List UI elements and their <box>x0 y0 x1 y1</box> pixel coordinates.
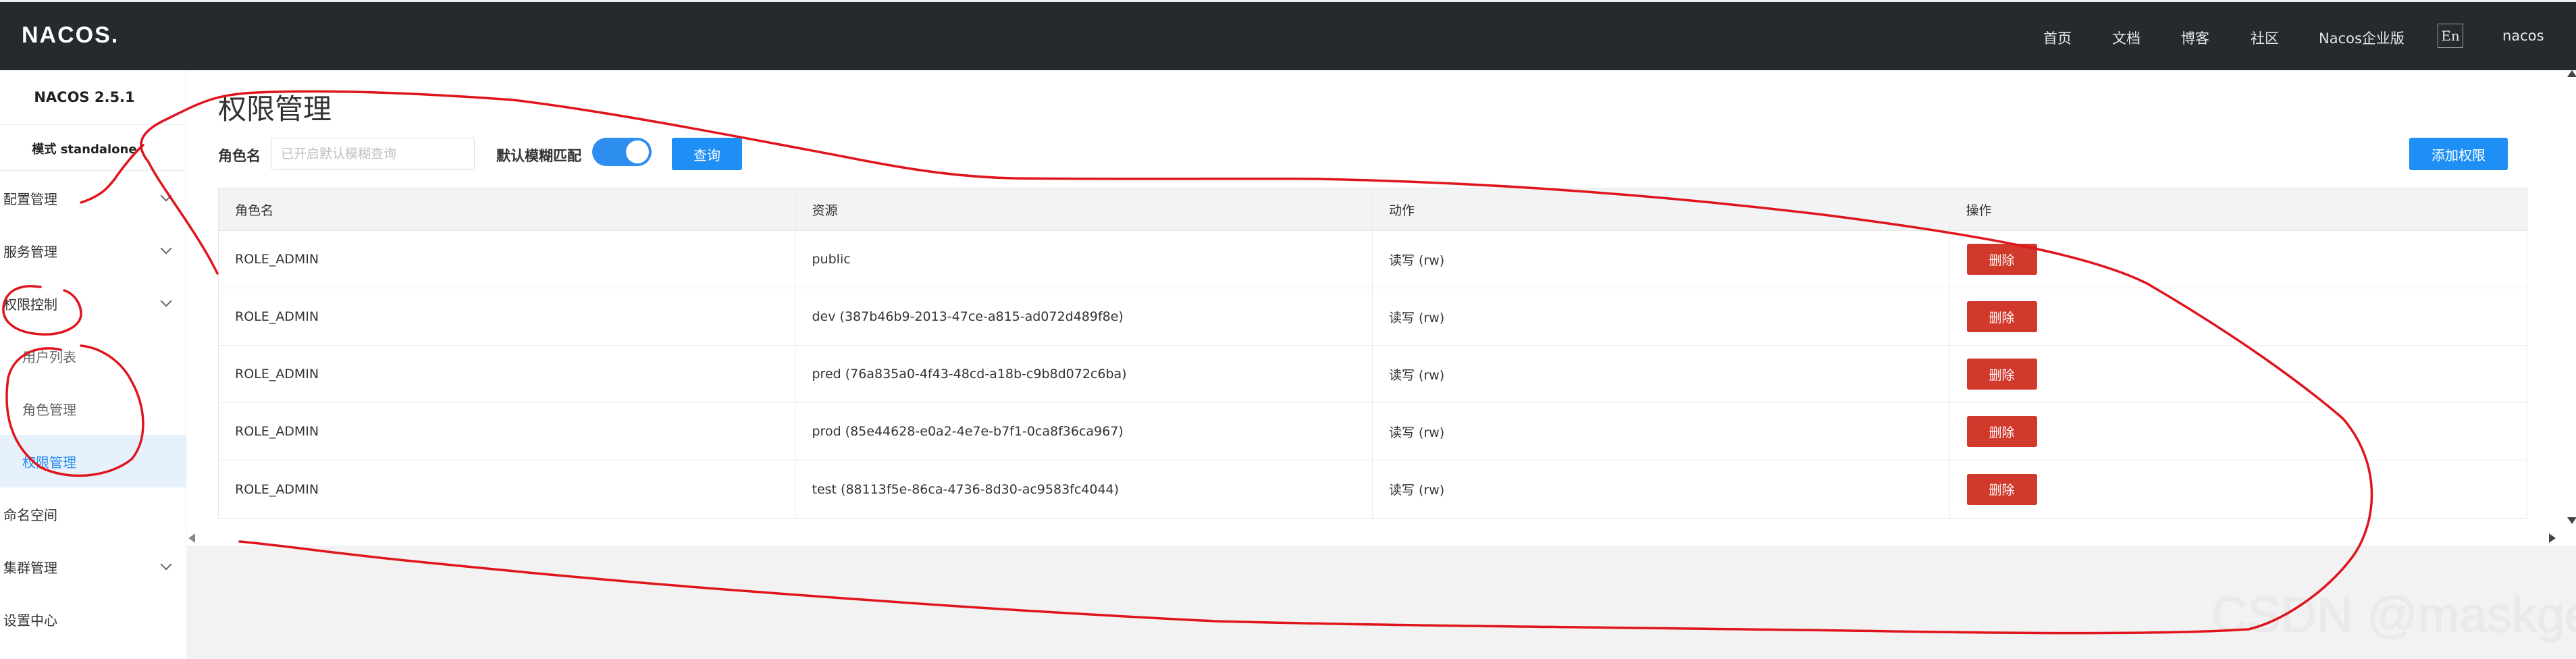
nav-enterprise[interactable]: Nacos企业版 <box>2319 28 2404 48</box>
sidebar-item-permission-management[interactable]: 权限管理 <box>0 435 186 487</box>
toggle-knob <box>626 140 649 163</box>
operation-cell: 删除 <box>1950 346 2527 402</box>
action-cell: 读写 (rw) <box>1373 346 1950 402</box>
resource-cell: public <box>796 231 1373 288</box>
operation-cell: 删除 <box>1950 403 2527 460</box>
table-row: ROLE_ADMIN dev (387b46b9-2013-47ce-a815-… <box>219 288 2527 346</box>
delete-button[interactable]: 删除 <box>1966 244 2037 275</box>
page-title: 权限管理 <box>218 93 332 126</box>
column-header-resource: 资源 <box>796 188 1373 230</box>
sidebar-subitem-label: 角色管理 <box>22 401 76 418</box>
sidebar-item-label: 配置管理 <box>3 190 57 207</box>
logo-text: NACOS. <box>22 22 120 48</box>
sidebar-item-label: 权限控制 <box>3 296 57 313</box>
table-row: ROLE_ADMIN public 读写 (rw) 删除 <box>219 231 2527 288</box>
operation-cell: 删除 <box>1950 231 2527 288</box>
column-header-action: 动作 <box>1373 188 1950 230</box>
column-header-operation: 操作 <box>1966 203 1992 218</box>
action-cell: 读写 (rw) <box>1373 231 1950 288</box>
add-permission-button[interactable]: 添加权限 <box>2409 138 2508 170</box>
scroll-right-arrow-icon[interactable] <box>2549 533 2556 543</box>
sidebar: NACOS 2.5.1 模式 standalone 配置管理 服务管理 权限控制… <box>0 70 186 659</box>
sidebar-item-role-management[interactable]: 角色管理 <box>0 382 186 435</box>
nav-blog[interactable]: 博客 <box>2181 28 2209 48</box>
delete-button[interactable]: 删除 <box>1966 359 2037 390</box>
table-row: ROLE_ADMIN pred (76a835a0-4f43-48cd-a18b… <box>219 346 2527 403</box>
sidebar-subitem-label: 用户列表 <box>22 348 76 365</box>
action-cell: 读写 (rw) <box>1373 403 1950 460</box>
sidebar-item-label: 设置中心 <box>3 612 57 629</box>
table-row: ROLE_ADMIN prod (85e44628-e0a2-4e7e-b7f1… <box>219 403 2527 460</box>
fuzzy-match-label: 默认模糊匹配 <box>496 148 581 164</box>
chevron-down-icon <box>160 558 172 571</box>
column-header-role: 角色名 <box>219 188 796 230</box>
sidebar-item-access-control[interactable]: 权限控制 <box>0 277 186 330</box>
role-name-label: 角色名 <box>218 148 261 164</box>
operation-cell: 删除 <box>1950 460 2527 518</box>
role-cell: ROLE_ADMIN <box>219 346 796 402</box>
nav-community[interactable]: 社区 <box>2251 28 2279 48</box>
action-cell: 读写 (rw) <box>1373 288 1950 345</box>
sidebar-subitem-label: 权限管理 <box>22 454 76 471</box>
divider <box>0 124 186 125</box>
resource-cell: prod (85e44628-e0a2-4e7e-b7f1-0ca8f36ca9… <box>796 403 1373 460</box>
sidebar-item-cluster-management[interactable]: 集群管理 <box>0 540 186 593</box>
delete-button[interactable]: 删除 <box>1966 416 2037 447</box>
resource-cell: dev (387b46b9-2013-47ce-a815-ad072d489f8… <box>796 288 1373 345</box>
nav-docs[interactable]: 文档 <box>2112 28 2140 48</box>
resource-cell: test (88113f5e-86ca-4736-8d30-ac9583fc40… <box>796 460 1373 518</box>
nacos-logo[interactable]: NACOS. <box>22 22 119 49</box>
table-row: ROLE_ADMIN test (88113f5e-86ca-4736-8d30… <box>219 460 2527 518</box>
watermark: CSDN @maskge <box>2211 587 2576 643</box>
delete-button[interactable]: 删除 <box>1966 301 2037 332</box>
role-cell: ROLE_ADMIN <box>219 288 796 345</box>
top-navbar: NACOS. 首页 文档 博客 社区 Nacos企业版 En nacos <box>0 0 2576 70</box>
action-cell: 读写 (rw) <box>1373 460 1950 518</box>
delete-button[interactable]: 删除 <box>1966 473 2037 505</box>
fuzzy-match-toggle[interactable] <box>592 138 652 166</box>
sidebar-item-settings-center[interactable]: 设置中心 <box>0 593 186 645</box>
sidebar-item-label: 命名空间 <box>3 506 57 523</box>
operation-cell: 删除 <box>1950 288 2527 345</box>
sidebar-item-label: 服务管理 <box>3 243 57 260</box>
nav-home[interactable]: 首页 <box>2043 28 2072 48</box>
table-header: 角色名 资源 动作 操作 <box>219 188 2527 231</box>
chevron-down-icon <box>160 295 172 307</box>
query-button[interactable]: 查询 <box>672 138 742 170</box>
user-menu[interactable]: nacos <box>2502 28 2544 44</box>
language-toggle-button[interactable]: En <box>2438 24 2463 48</box>
divider <box>0 170 186 171</box>
sidebar-item-config-management[interactable]: 配置管理 <box>0 172 186 224</box>
sidebar-mode: 模式 standalone <box>32 142 137 157</box>
permissions-table: 角色名 资源 动作 操作 ROLE_ADMIN public 读写 (rw) 删… <box>218 188 2527 519</box>
scroll-down-arrow-icon[interactable] <box>2567 517 2576 524</box>
role-cell: ROLE_ADMIN <box>219 231 796 288</box>
chevron-down-icon <box>160 242 172 255</box>
role-name-search-input[interactable] <box>271 138 475 170</box>
sidebar-version: NACOS 2.5.1 <box>34 89 135 105</box>
scroll-left-arrow-icon[interactable] <box>188 533 195 543</box>
sidebar-item-label: 集群管理 <box>3 559 57 576</box>
role-cell: ROLE_ADMIN <box>219 460 796 518</box>
scroll-up-arrow-icon[interactable] <box>2567 70 2576 77</box>
sidebar-item-namespace[interactable]: 命名空间 <box>0 487 186 540</box>
role-cell: ROLE_ADMIN <box>219 403 796 460</box>
sidebar-item-user-list[interactable]: 用户列表 <box>0 330 186 382</box>
resource-cell: pred (76a835a0-4f43-48cd-a18b-c9b8d072c6… <box>796 346 1373 402</box>
sidebar-item-service-management[interactable]: 服务管理 <box>0 224 186 277</box>
chevron-down-icon <box>160 190 172 202</box>
